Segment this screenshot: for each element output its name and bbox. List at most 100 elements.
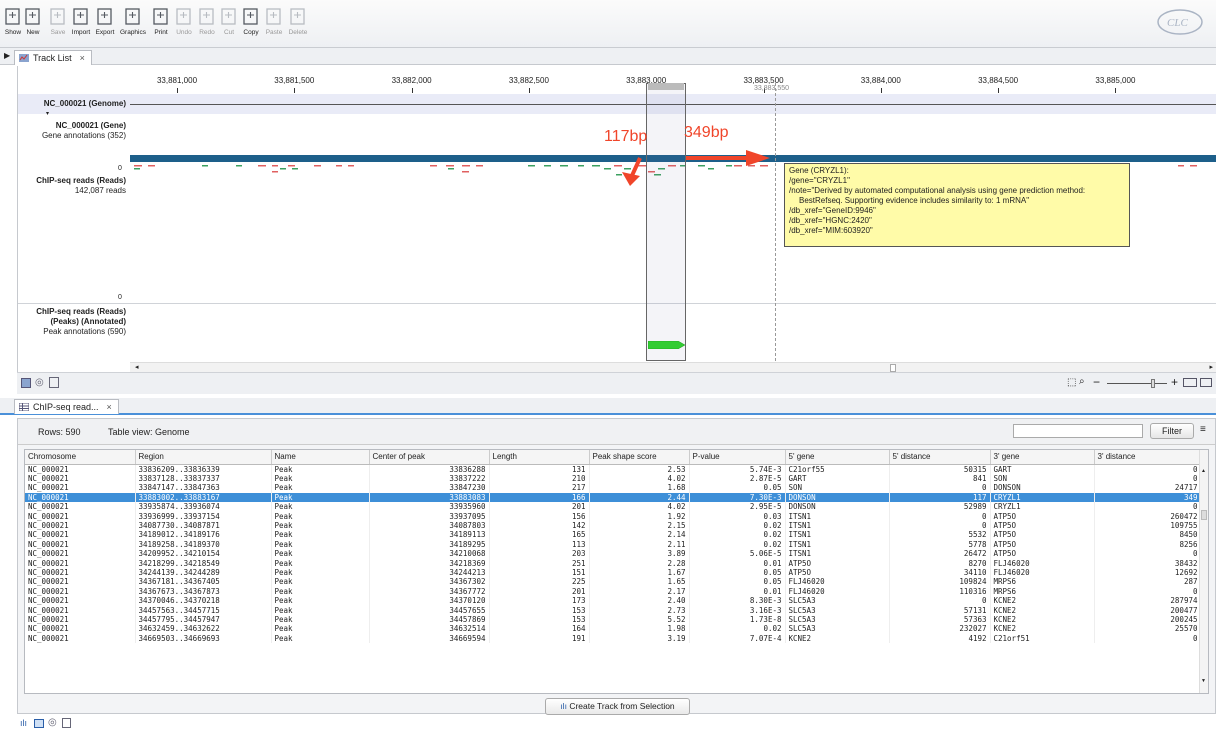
table-cell: 2.95E-5 bbox=[689, 502, 786, 512]
table-cell: Peak bbox=[271, 567, 370, 578]
table-scroll-thumb[interactable] bbox=[1201, 510, 1207, 520]
arrow-annotation-right bbox=[686, 150, 770, 166]
paste-button[interactable]: Paste bbox=[261, 4, 287, 46]
selection-box[interactable] bbox=[646, 83, 686, 361]
import-button[interactable]: Import bbox=[68, 4, 94, 46]
scroll-up-icon[interactable]: ▲ bbox=[1201, 468, 1206, 474]
column-header[interactable]: Peak shape score bbox=[589, 450, 690, 465]
side-panel-toggle-icon[interactable]: ▶ bbox=[4, 51, 10, 60]
table-row[interactable]: NC_000021 34367181..34367405 Peak 34367302 2… bbox=[25, 577, 1202, 587]
settings-icon[interactable]: ◎ bbox=[48, 717, 57, 728]
zoom-100-icon[interactable] bbox=[1200, 378, 1212, 387]
scroll-thumb[interactable] bbox=[890, 364, 896, 372]
history-icon[interactable] bbox=[62, 718, 71, 728]
table-row[interactable]: NC_000021 33935874..33936074 Peak 33935960 2… bbox=[25, 502, 1202, 512]
new-button[interactable]: New bbox=[20, 4, 46, 46]
table-row[interactable]: NC_000021 34189012..34189176 Peak 34189113 1… bbox=[25, 530, 1202, 540]
table-cell: SON bbox=[990, 473, 1095, 484]
tab-track-list[interactable]: Track List × bbox=[14, 50, 92, 65]
table-row[interactable]: NC_000021 33936999..33937154 Peak 33937095 1… bbox=[25, 511, 1202, 521]
zoom-out-icon[interactable]: − bbox=[1093, 375, 1100, 389]
table-row[interactable]: NC_000021 34457563..34457715 Peak 34457655 1… bbox=[25, 605, 1202, 615]
table-cell: 117 bbox=[889, 492, 991, 503]
table-cell: 153 bbox=[489, 615, 590, 625]
table-row[interactable]: NC_000021 33883002..33883167 Peak 33883083 1… bbox=[25, 492, 1202, 503]
tab-chip-seq-table[interactable]: ChIP-seq read... × bbox=[14, 399, 119, 414]
table-view-icon[interactable] bbox=[34, 719, 44, 728]
delete-button[interactable]: Delete bbox=[285, 4, 311, 46]
peak-annotation[interactable] bbox=[648, 341, 686, 349]
fit-width-icon[interactable] bbox=[1183, 378, 1197, 387]
scroll-down-icon[interactable]: ▼ bbox=[1201, 678, 1206, 684]
column-header[interactable]: Region bbox=[135, 450, 272, 465]
table-cell: NC_000021 bbox=[25, 483, 136, 493]
filter-options-icon[interactable]: ≡ bbox=[1200, 424, 1206, 435]
table-cell: 34218299..34218549 bbox=[135, 558, 272, 568]
table-cell: 156 bbox=[489, 511, 590, 521]
column-header[interactable]: Name bbox=[271, 450, 370, 465]
table-row[interactable]: NC_000021 33837128..33837337 Peak 33837222 2… bbox=[25, 473, 1202, 484]
table-cell: 34244213 bbox=[369, 567, 490, 578]
select-tool-icon[interactable]: ⬚ bbox=[1067, 377, 1076, 388]
column-header[interactable]: 5' gene bbox=[785, 450, 890, 465]
column-header[interactable]: Center of peak bbox=[369, 450, 490, 465]
table-row[interactable]: NC_000021 34632459..34632622 Peak 34632514 1… bbox=[25, 624, 1202, 634]
table-row[interactable]: NC_000021 33836209..33836339 Peak 33836288 1… bbox=[25, 464, 1202, 474]
table-row[interactable]: NC_000021 34457795..34457947 Peak 34457869 1… bbox=[25, 615, 1202, 625]
table-cell: 12692 bbox=[1094, 567, 1202, 578]
export-icon bbox=[97, 8, 112, 25]
table-row[interactable]: NC_000021 34209952..34210154 Peak 34210068 2… bbox=[25, 549, 1202, 559]
table-row[interactable]: NC_000021 34087730..34087871 Peak 34087803 1… bbox=[25, 520, 1202, 531]
table-cell: 0.03 bbox=[689, 511, 786, 521]
table-cell: Peak bbox=[271, 615, 370, 625]
filter-button[interactable]: Filter bbox=[1150, 423, 1194, 439]
settings-icon[interactable]: ◎ bbox=[35, 377, 44, 388]
zoom-tool-icon[interactable]: ⌕ bbox=[1079, 376, 1085, 387]
print-icon bbox=[153, 8, 168, 25]
table-cell: 0 bbox=[889, 511, 991, 521]
paste-icon bbox=[266, 8, 281, 25]
column-header[interactable]: P-value bbox=[689, 450, 786, 465]
table-row[interactable]: NC_000021 34370046..34370218 Peak 34370120 1… bbox=[25, 596, 1202, 606]
table-cell: 34087730..34087871 bbox=[135, 520, 272, 531]
table-row[interactable]: NC_000021 34367673..34367873 Peak 34367772 2… bbox=[25, 586, 1202, 597]
scroll-left-icon[interactable]: ◂ bbox=[135, 363, 139, 371]
table-cell: ATP5O bbox=[785, 558, 890, 568]
zoom-in-icon[interactable]: + bbox=[1171, 375, 1178, 389]
table-row[interactable]: NC_000021 34669503..34669693 Peak 34669594 1… bbox=[25, 633, 1202, 644]
export-button[interactable]: Export bbox=[92, 4, 118, 46]
table-cell: 260472 bbox=[1094, 511, 1202, 521]
table-row[interactable]: NC_000021 33847147..33847363 Peak 33847230 2… bbox=[25, 483, 1202, 493]
ruler-tick-label: 33,881,000 bbox=[156, 76, 198, 85]
graphics-button[interactable]: Graphics bbox=[120, 4, 146, 46]
table-cell: 5.06E-5 bbox=[689, 549, 786, 559]
scroll-right-icon[interactable]: ▸ bbox=[1209, 363, 1213, 371]
zoom-slider[interactable] bbox=[1107, 379, 1167, 388]
create-track-button[interactable]: ılı Create Track from Selection bbox=[545, 698, 690, 715]
column-header[interactable]: 3' distance bbox=[1094, 450, 1202, 465]
column-header[interactable]: Chromosome bbox=[25, 450, 136, 465]
column-header[interactable]: 5' distance bbox=[889, 450, 991, 465]
table-row[interactable]: NC_000021 34218299..34218549 Peak 34218369 2… bbox=[25, 558, 1202, 568]
table-scrollbar[interactable]: ▲ ▼ bbox=[1199, 450, 1208, 693]
table-cell: Peak bbox=[271, 577, 370, 587]
filter-input[interactable] bbox=[1013, 424, 1143, 438]
column-header[interactable]: 3' gene bbox=[990, 450, 1095, 465]
column-header[interactable]: Length bbox=[489, 450, 590, 465]
graph-view-icon[interactable]: ılı bbox=[20, 718, 27, 728]
table-cell: GART bbox=[990, 464, 1095, 474]
table-row[interactable]: NC_000021 34244139..34244289 Peak 34244213 1… bbox=[25, 567, 1202, 578]
table-cell: Peak bbox=[271, 596, 370, 606]
selection-handle[interactable] bbox=[648, 83, 684, 90]
close-icon[interactable]: × bbox=[107, 402, 112, 412]
track-view[interactable]: 33,881,000 33,881,500 33,882,000 33,882,500… bbox=[17, 66, 1216, 394]
table-row[interactable]: NC_000021 34189258..34189370 Peak 34189295 1… bbox=[25, 539, 1202, 550]
close-icon[interactable]: × bbox=[80, 53, 85, 63]
zoom-slider-thumb[interactable] bbox=[1151, 379, 1155, 388]
table-cell: 34218369 bbox=[369, 558, 490, 568]
history-icon[interactable] bbox=[49, 377, 59, 388]
table-cell: Peak bbox=[271, 511, 370, 521]
track-view-icon[interactable] bbox=[21, 378, 31, 388]
peaks-track-sub: Peak annotations (590) bbox=[43, 327, 126, 336]
expand-icon[interactable]: ▾ bbox=[46, 110, 49, 117]
